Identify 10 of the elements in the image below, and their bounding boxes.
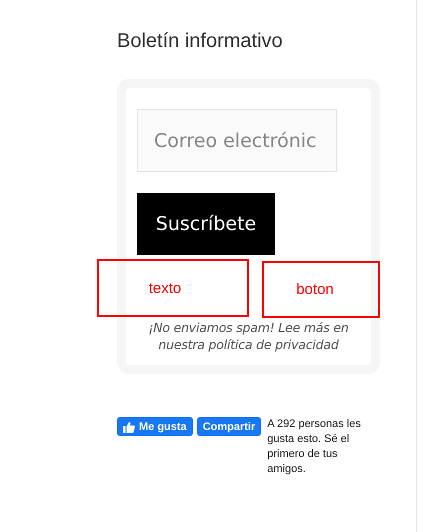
subscribe-button[interactable]: Suscríbete [137, 193, 275, 255]
annotation-box: texto [97, 259, 249, 317]
social-text: A 292 personas les gusta esto. Sé el primero de tus amigos. [267, 417, 362, 477]
share-button[interactable]: Compartir [196, 417, 262, 436]
disclaimer-text: ¡No enviamos spam! Lee más en nuestra política de privacidad [147, 319, 350, 353]
thumbs-up-icon [123, 420, 135, 432]
section-title: Boletín informativo [117, 30, 284, 54]
like-button[interactable]: Me gusta [117, 417, 193, 436]
annotation-box: boton [262, 261, 380, 318]
email-field[interactable]: Correo electrónic [137, 109, 337, 172]
